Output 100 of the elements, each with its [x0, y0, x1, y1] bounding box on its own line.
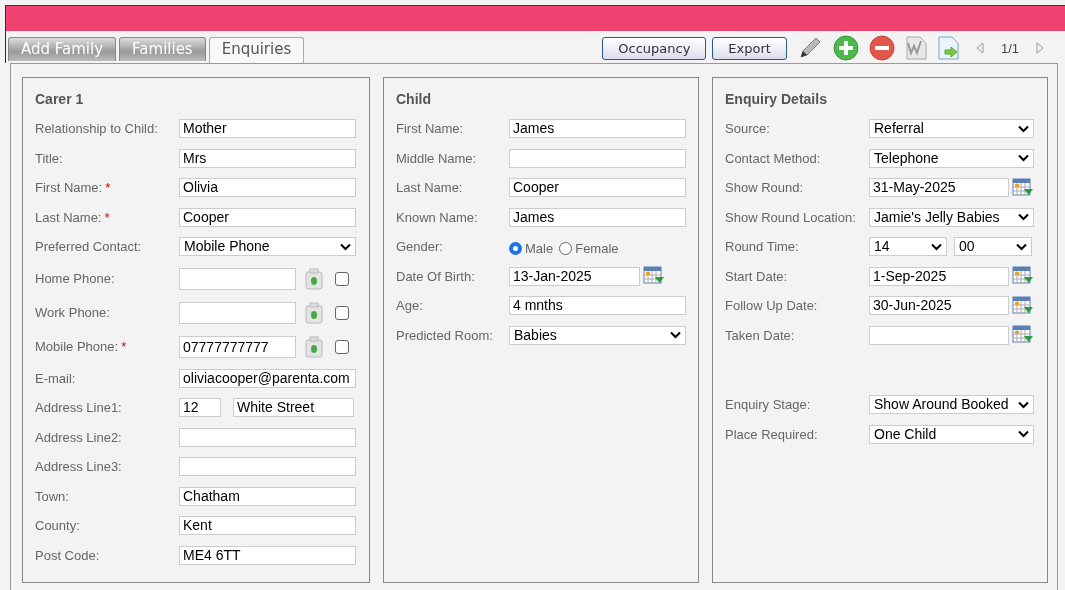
calendar-icon[interactable]	[1012, 177, 1034, 198]
field-label: Last Name:	[396, 180, 463, 196]
field-label: Known Name:	[396, 209, 478, 225]
field-label: Follow Up Date:	[725, 298, 818, 314]
input-field[interactable]: Cooper	[179, 207, 356, 227]
dropdown[interactable]: 00	[954, 237, 1032, 257]
chevron-icon	[931, 242, 942, 251]
input-field[interactable]	[179, 301, 296, 324]
input-field[interactable]: James	[509, 119, 686, 139]
chevron-icon	[670, 331, 681, 340]
chevron-icon	[1018, 124, 1029, 133]
field-label: Enquiry Stage:	[725, 397, 811, 413]
dropdown[interactable]: Jamie's Jelly Babies	[869, 207, 1034, 227]
input-field[interactable]	[179, 427, 356, 447]
dropdown[interactable]: 14	[869, 237, 947, 257]
tab[interactable]: Enquiries	[208, 37, 305, 63]
field-label: Home Phone:	[35, 271, 115, 286]
field-label: Age:	[396, 298, 423, 314]
field-label: Gender:	[396, 239, 443, 255]
chevron-icon	[1018, 154, 1029, 163]
panel-title: Carer 1	[35, 90, 85, 109]
required-mark: *	[121, 339, 127, 354]
input-field[interactable]: Chatham	[179, 486, 356, 506]
add-icon[interactable]	[832, 35, 859, 61]
input-field[interactable]: oliviacooper@parenta.com	[179, 368, 356, 388]
input-field[interactable]: 4 mnths	[509, 296, 686, 316]
phone-icon[interactable]	[305, 335, 323, 358]
chevron-icon	[1016, 242, 1027, 251]
field-label: Source:	[725, 121, 770, 137]
chevron-icon	[1018, 430, 1029, 439]
chevron-icon	[1018, 400, 1029, 409]
radio-button[interactable]: Female	[559, 241, 619, 257]
dropdown[interactable]: One Child	[869, 424, 1034, 444]
calendar-icon[interactable]	[1012, 266, 1034, 287]
dropdown[interactable]: Telephone	[869, 148, 1034, 168]
dropdown[interactable]: Babies	[509, 325, 686, 345]
export-icon[interactable]	[936, 36, 959, 60]
field-label: Place Required:	[725, 426, 818, 442]
field-label: First Name:	[35, 180, 103, 196]
date-field[interactable]: 30-Jun-2025	[869, 296, 1009, 316]
field-label: Last Name:	[35, 209, 102, 225]
field-label: Contact Method:	[725, 150, 821, 166]
previous-icon[interactable]	[974, 42, 985, 54]
panel-title: Child	[396, 90, 432, 109]
checkbox[interactable]	[335, 339, 349, 354]
field-label: Town:	[35, 488, 69, 504]
next-icon[interactable]	[1035, 42, 1045, 54]
field-label: Middle Name:	[396, 150, 477, 166]
radio-button[interactable]: Male	[509, 241, 554, 257]
checkbox[interactable]	[335, 271, 349, 286]
toolbar-button[interactable]: Export	[712, 36, 787, 60]
phone-icon[interactable]	[305, 267, 323, 290]
date-field[interactable]: 31-May-2025	[869, 178, 1009, 198]
field-label: Post Code:	[35, 547, 100, 563]
input-field[interactable]	[179, 457, 356, 477]
field-label: Taken Date:	[725, 327, 795, 343]
field-label: Start Date:	[725, 268, 788, 284]
input-field[interactable]: Olivia	[179, 178, 356, 198]
field-label: Predicted Room:	[396, 327, 493, 343]
calendar-icon[interactable]	[1012, 325, 1034, 346]
input-field[interactable]: James	[509, 207, 686, 227]
input-field[interactable]: Cooper	[509, 178, 686, 198]
field-label: Address Line2:	[35, 429, 122, 445]
input-field[interactable]	[179, 267, 296, 290]
dropdown[interactable]: Mobile Phone	[179, 237, 356, 257]
checkbox[interactable]	[335, 305, 349, 320]
input-field[interactable]: Kent	[179, 516, 356, 536]
field-label: First Name:	[396, 121, 464, 137]
field-label: E-mail:	[35, 370, 76, 386]
calendar-icon[interactable]	[1012, 295, 1034, 316]
panel-title: Enquiry Details	[725, 90, 828, 109]
date-field[interactable]	[869, 325, 1009, 345]
field-label: Work Phone:	[35, 305, 110, 320]
date-field[interactable]: 1-Sep-2025	[869, 266, 1009, 286]
field-label: Round Time:	[725, 239, 799, 255]
input-field[interactable]: 07777777777	[179, 335, 296, 358]
field-label: Address Line1:	[35, 400, 122, 416]
dropdown[interactable]: Referral	[869, 119, 1034, 139]
required-mark: *	[105, 180, 111, 196]
page-indicator: 1/1	[1000, 40, 1019, 56]
remove-icon[interactable]	[868, 35, 895, 61]
field-label: Date Of Birth:	[396, 268, 475, 284]
chevron-icon	[1018, 213, 1029, 222]
toolbar-button[interactable]: Occupancy	[602, 36, 707, 60]
input-field[interactable]: Mother	[179, 119, 356, 139]
field-label: Mobile Phone:	[35, 339, 119, 354]
document-icon[interactable]	[904, 36, 927, 60]
input-field[interactable]: ME4 6TT	[179, 545, 356, 565]
input-field[interactable]	[509, 148, 686, 168]
calendar-icon[interactable]	[643, 266, 665, 287]
field-label: Address Line3:	[35, 459, 122, 475]
field-label: Show Round Location:	[725, 209, 856, 225]
phone-icon[interactable]	[305, 301, 323, 324]
date-field[interactable]: 13-Jan-2025	[509, 266, 640, 286]
dropdown[interactable]: Show Around Booked	[869, 395, 1034, 415]
field-label: Title:	[35, 150, 63, 166]
input-field[interactable]: White Street	[233, 398, 354, 418]
input-field[interactable]: Mrs	[179, 148, 356, 168]
input-field[interactable]: 12	[179, 398, 221, 418]
field-label: Show Round:	[725, 180, 804, 196]
